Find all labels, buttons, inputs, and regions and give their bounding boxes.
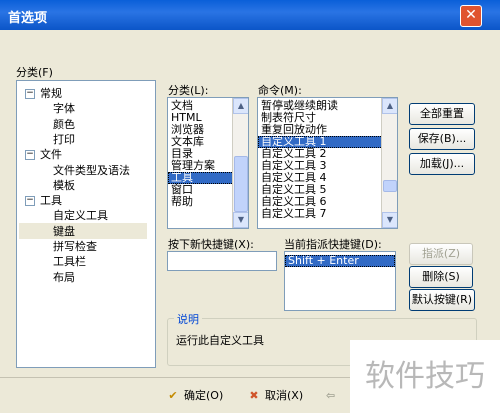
new-shortcut-input[interactable] bbox=[167, 251, 277, 271]
close-icon[interactable]: ✕ bbox=[460, 5, 482, 27]
scroll-up-icon[interactable]: ▲ bbox=[382, 98, 397, 114]
collapse-icon[interactable]: − bbox=[25, 196, 35, 207]
sub-category-scrollbar[interactable]: ▲ ▼ bbox=[232, 98, 248, 228]
list-item[interactable]: 自定义工具 7 bbox=[258, 208, 397, 220]
back-arrow-icon[interactable]: ⇦ bbox=[326, 385, 335, 407]
assign-button[interactable]: 指派(Z) bbox=[409, 243, 473, 265]
tree-item[interactable]: 拼写检查 bbox=[53, 238, 97, 254]
tree-item-label: 打印 bbox=[53, 132, 75, 146]
scroll-down-icon[interactable]: ▼ bbox=[382, 212, 397, 228]
collapse-icon[interactable]: − bbox=[25, 89, 35, 99]
tree-item[interactable]: 打印 bbox=[53, 131, 75, 147]
current-shortcut-list[interactable]: Shift + Enter bbox=[284, 251, 396, 311]
tree-item[interactable]: 自定义工具 bbox=[53, 207, 108, 223]
tree-item-label: 拼写检查 bbox=[53, 240, 97, 253]
tree-item[interactable]: 工具栏 bbox=[53, 253, 86, 269]
collapse-icon[interactable]: − bbox=[25, 150, 35, 161]
checkmark-icon: ✔ bbox=[168, 389, 178, 402]
category-label: 分类(F) bbox=[16, 66, 53, 79]
tree-item-label: 布局 bbox=[53, 270, 75, 284]
tree-item[interactable]: − 文件 bbox=[25, 146, 62, 162]
cross-icon: ✖ bbox=[249, 389, 259, 402]
tree-item[interactable]: 键盘 bbox=[19, 222, 147, 239]
tree-item-label: 工具 bbox=[40, 194, 62, 208]
tree-item[interactable]: − 工具 bbox=[25, 192, 62, 208]
tree-item[interactable]: 颜色 bbox=[53, 116, 75, 132]
title-bar: 首选项 ✕ bbox=[0, 0, 500, 30]
cancel-label: 取消(X) bbox=[265, 389, 304, 402]
cancel-button[interactable]: ✖ 取消(X) bbox=[246, 385, 303, 407]
tree-item[interactable]: 布局 bbox=[53, 269, 75, 285]
ok-button[interactable]: ✔ 确定(O) bbox=[165, 385, 223, 407]
tree-item-label: 文件类型及语法 bbox=[53, 163, 130, 177]
current-shortcut-label: 当前指派快捷键(D): bbox=[284, 238, 382, 251]
sub-category-label: 分类(L): bbox=[168, 84, 209, 97]
tree-item[interactable]: 模板 bbox=[53, 177, 75, 193]
window-title: 首选项 bbox=[8, 11, 48, 26]
save-button[interactable]: 保存(B)... bbox=[409, 128, 475, 150]
watermark: 软件技巧 bbox=[350, 340, 500, 413]
tree-item-label: 键盘 bbox=[53, 224, 75, 238]
tree-item-label: 自定义工具 bbox=[53, 209, 108, 223]
description-text: 运行此自定义工具 bbox=[176, 334, 264, 347]
scroll-down-icon[interactable]: ▼ bbox=[233, 212, 248, 228]
category-tree[interactable]: − 常规 字体 颜色 打印 − 文件 文件类型及语法 模板 − 工具 自定义工具 键盘 拼写检查 工具栏 布局 bbox=[16, 80, 156, 368]
new-shortcut-label: 按下新快捷键(X): bbox=[168, 238, 254, 251]
load-button[interactable]: 加载(J)... bbox=[409, 153, 475, 175]
description-legend: 说明 bbox=[174, 311, 202, 327]
list-item[interactable]: Shift + Enter bbox=[285, 255, 395, 267]
scroll-thumb[interactable] bbox=[234, 156, 248, 212]
sub-category-list[interactable]: 文档 HTML 浏览器 文本库 目录 管理方案 工具 窗口 帮助 ▲ ▼ bbox=[167, 97, 249, 229]
tree-item-label: 文件 bbox=[40, 148, 62, 162]
commands-list[interactable]: 暂停或继续朗读 制表符尺寸 重复回放动作 自定义工具 1 自定义工具 2 自定义工具 3自… bbox=[257, 97, 398, 229]
tree-item-label: 字体 bbox=[53, 102, 75, 116]
delete-button[interactable]: 删除(S) bbox=[409, 266, 473, 288]
scroll-thumb[interactable] bbox=[383, 180, 397, 192]
tree-item[interactable]: − 常规 bbox=[25, 85, 62, 101]
default-keys-button[interactable]: 默认按键(R) bbox=[409, 289, 475, 311]
tree-item[interactable]: 字体 bbox=[53, 100, 75, 116]
tree-item-label: 模板 bbox=[53, 178, 75, 192]
commands-label: 命令(M): bbox=[258, 84, 302, 97]
scroll-up-icon[interactable]: ▲ bbox=[233, 98, 248, 114]
tree-item-label: 常规 bbox=[40, 87, 62, 100]
commands-scrollbar[interactable]: ▲ ▼ bbox=[381, 98, 397, 228]
tree-item-label: 颜色 bbox=[53, 117, 75, 131]
tree-item[interactable]: 文件类型及语法 bbox=[53, 162, 130, 178]
tree-item-label: 工具栏 bbox=[53, 255, 86, 269]
reset-all-button[interactable]: 全部重置 bbox=[409, 103, 475, 125]
ok-label: 确定(O) bbox=[184, 389, 224, 402]
